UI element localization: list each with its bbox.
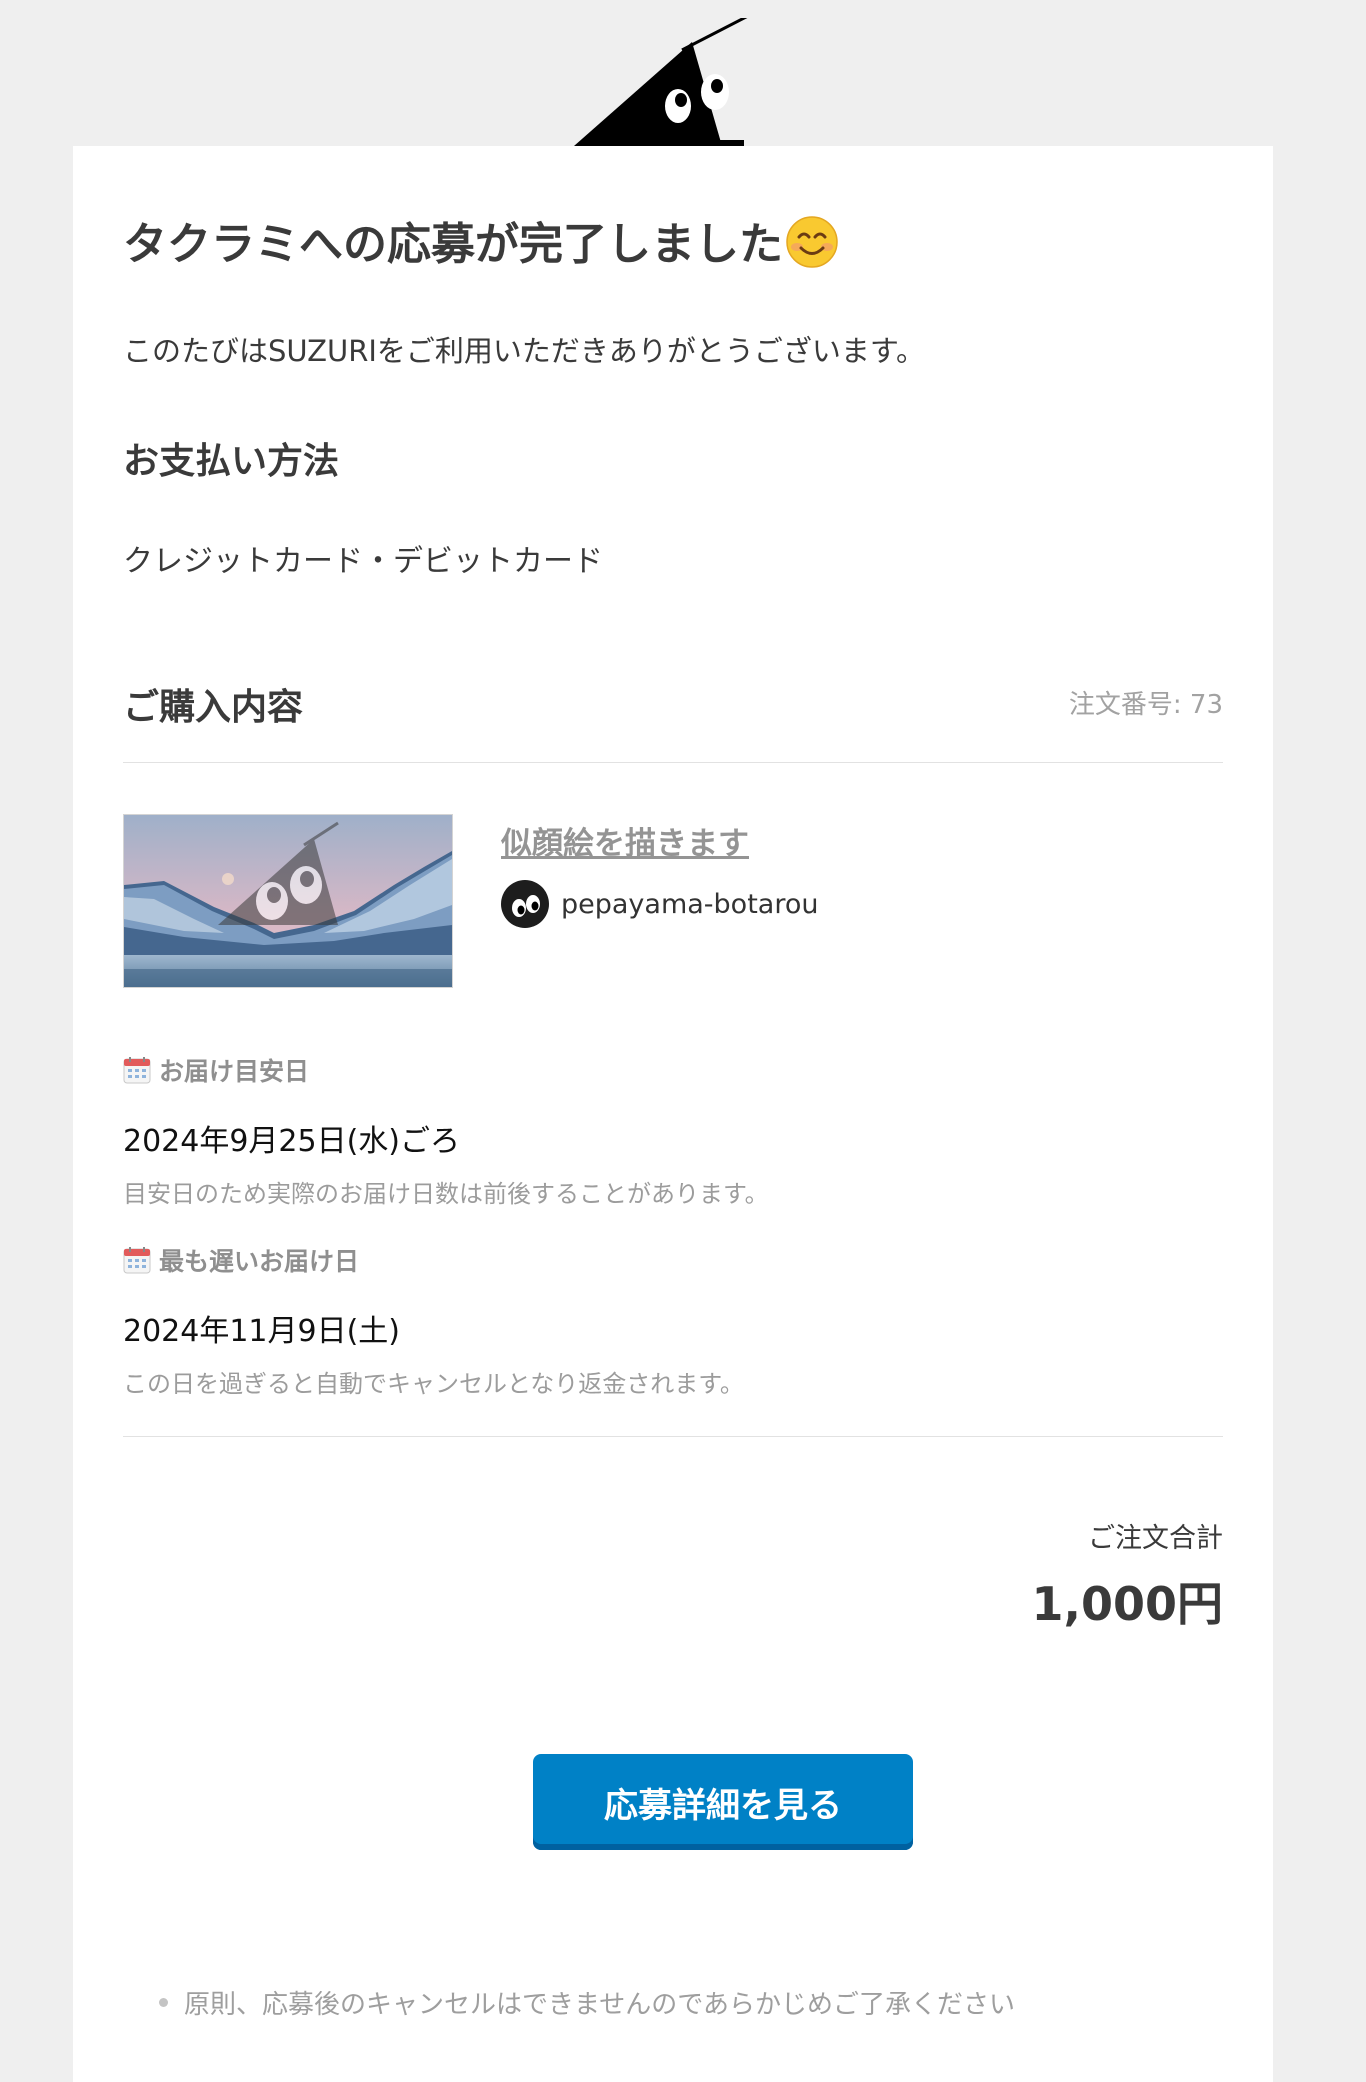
- email-card: タクラミへの応募が完了しました このたびはSUZURIをご利用いただきありがとう…: [73, 146, 1273, 2082]
- view-application-details-button[interactable]: 応募詳細を見る: [533, 1754, 913, 1850]
- delivery-estimate-label: お届け目安日: [123, 1052, 309, 1088]
- bullet-icon: [159, 1998, 168, 2007]
- latest-delivery-label: 最も遅いお届け日: [123, 1242, 359, 1278]
- calendar-icon: [123, 1057, 151, 1084]
- latest-delivery-date: 2024年11月9日(土): [123, 1314, 401, 1349]
- smiling-face-icon: [786, 216, 838, 268]
- payment-method: クレジットカード・デビットカード: [123, 544, 603, 579]
- thanks-message: このたびはSUZURIをご利用いただきありがとうございます。: [123, 334, 926, 368]
- item-thumbnail[interactable]: [123, 814, 453, 988]
- calendar-icon: [123, 1247, 151, 1274]
- delivery-estimate-date: 2024年9月25日(水)ごろ: [123, 1124, 461, 1159]
- delivery-estimate-note: 目安日のため実際のお届け日数は前後することがあります。: [123, 1180, 769, 1208]
- purchase-heading: ご購入内容: [123, 687, 304, 728]
- creator-link[interactable]: pepayama-botarou: [501, 880, 818, 928]
- creator-name: pepayama-botarou: [561, 888, 819, 920]
- total-label: ご注文合計: [1088, 1523, 1223, 1554]
- footnote-text: 原則、応募後のキャンセルはできませんのであらかじめご了承ください: [184, 1990, 1015, 2020]
- page-title: タクラミへの応募が完了しました: [123, 208, 839, 272]
- footnote: 原則、応募後のキャンセルはできませんのであらかじめご了承ください: [159, 1984, 1015, 2021]
- creator-avatar: [501, 880, 549, 928]
- latest-delivery-label-text: 最も遅いお届け日: [159, 1247, 360, 1276]
- divider: [123, 762, 1223, 763]
- payment-heading: お支払い方法: [123, 441, 340, 482]
- latest-delivery-note: この日を過ぎると自動でキャンセルとなり返金されます。: [123, 1370, 744, 1398]
- divider: [123, 1436, 1223, 1437]
- suzuri-mascot-icon: [574, 18, 748, 146]
- title-text: タクラミへの応募が完了しました: [123, 219, 783, 270]
- delivery-estimate-label-text: お届け目安日: [159, 1057, 310, 1086]
- total-amount: 1,000円: [1031, 1577, 1223, 1631]
- item-title-link[interactable]: 似顔絵を描きます: [501, 818, 749, 863]
- order-number: 注文番号: 73: [1068, 690, 1223, 720]
- email-page: タクラミへの応募が完了しました このたびはSUZURIをご利用いただきありがとう…: [0, 0, 1366, 2082]
